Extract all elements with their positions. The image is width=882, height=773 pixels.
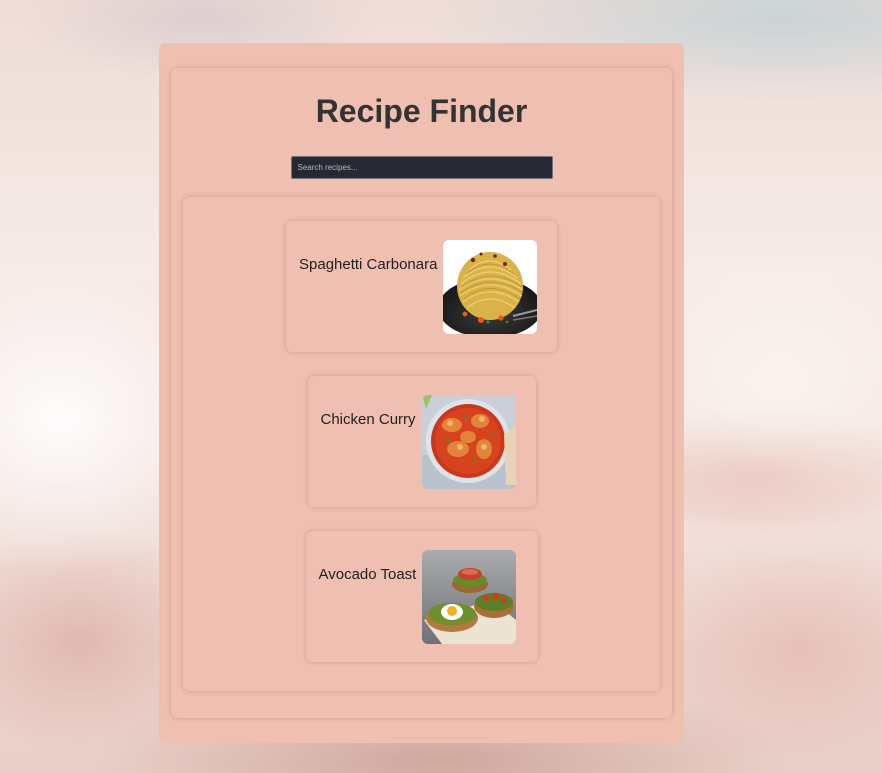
avocado-toast-photo xyxy=(422,550,517,644)
search-input[interactable] xyxy=(290,156,553,179)
recipe-card-avocado-toast[interactable]: Avocado Toast xyxy=(306,531,538,662)
app-container: Recipe Finder Spaghetti Carbonara xyxy=(171,68,672,718)
recipe-name: Spaghetti Carbonara xyxy=(299,256,438,273)
recipe-card-chicken-curry[interactable]: Chicken Curry xyxy=(308,376,536,507)
recipe-name: Chicken Curry xyxy=(320,411,416,428)
spaghetti-carbonara-photo xyxy=(443,240,538,334)
recipe-list: Spaghetti Carbonara Chicken Curry Avocad… xyxy=(183,197,660,691)
chicken-curry-photo xyxy=(421,395,516,489)
recipe-name: Avocado Toast xyxy=(318,566,417,583)
search-bar xyxy=(183,156,660,179)
page-title: Recipe Finder xyxy=(315,93,528,129)
app-panel: Recipe Finder Spaghetti Carbonara xyxy=(159,43,684,743)
recipe-card-spaghetti-carbonara[interactable]: Spaghetti Carbonara xyxy=(286,221,557,352)
